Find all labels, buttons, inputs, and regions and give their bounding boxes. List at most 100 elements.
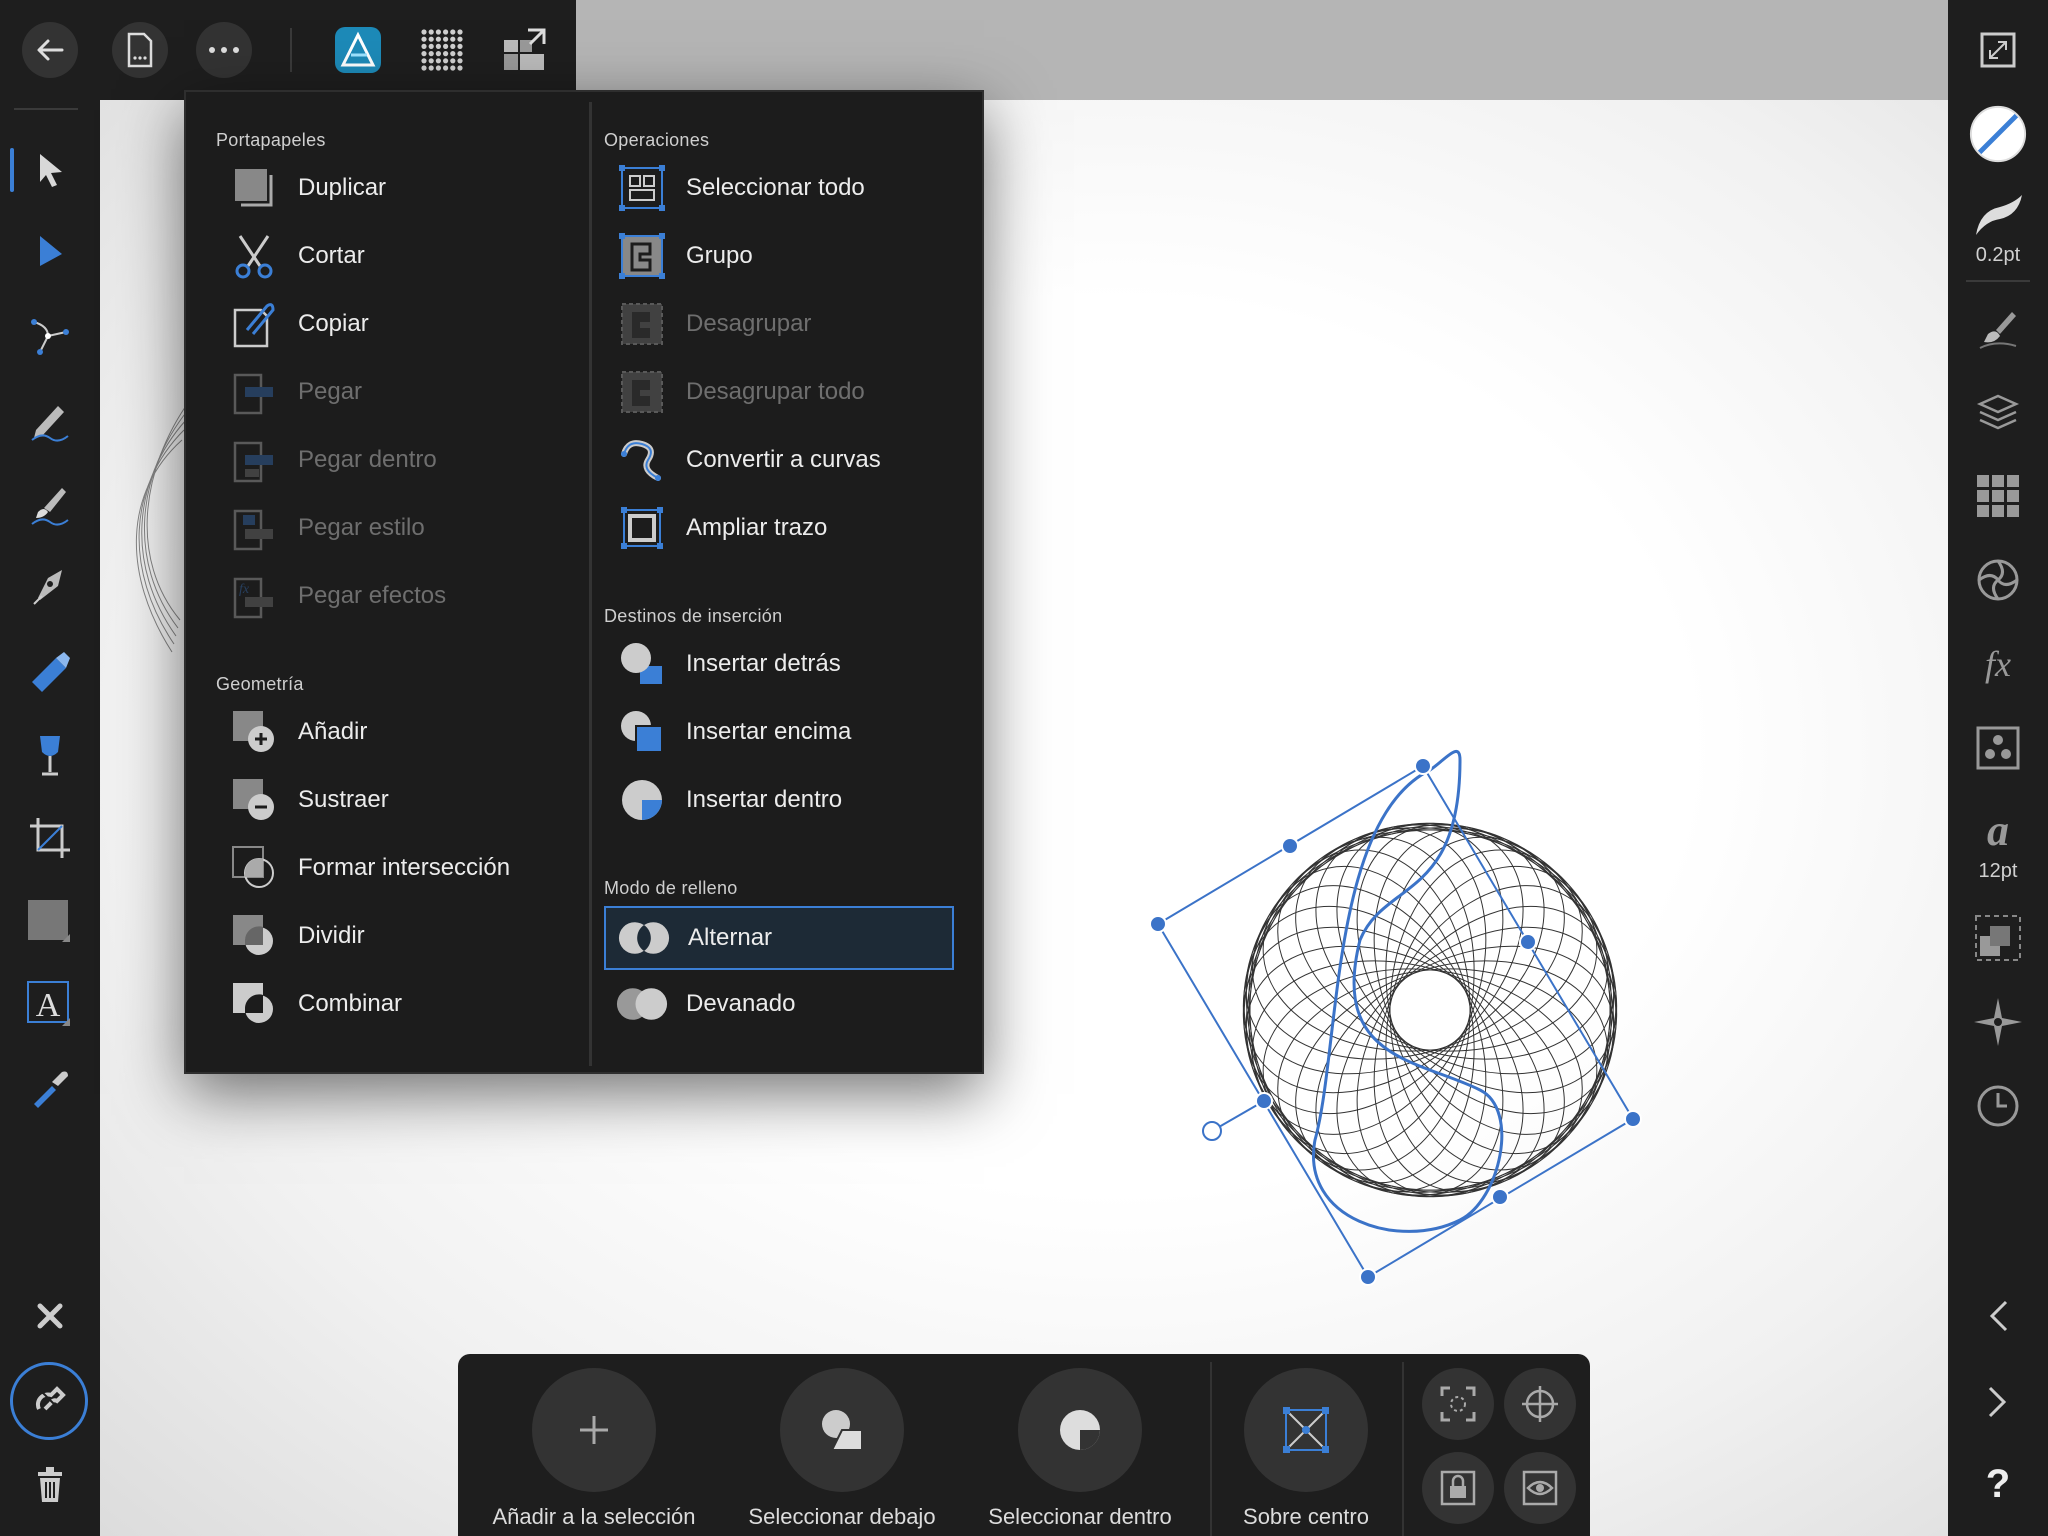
paste-inside-icon: [228, 434, 280, 486]
menu-item-label: Duplicar: [298, 174, 387, 201]
menu-item-label: Pegar: [298, 378, 363, 405]
adjustments-icon[interactable]: [1968, 550, 2028, 610]
menu-item-label: Desagrupar todo: [686, 378, 865, 405]
menu-item-alternate[interactable]: Alternar: [604, 906, 954, 970]
assets-icon[interactable]: [1968, 718, 2028, 778]
menu-item-select-all[interactable]: Seleccionar todo: [604, 158, 954, 218]
point-transform-tool-icon[interactable]: [20, 306, 80, 366]
spiral-object: [1242, 822, 1618, 1198]
menu-item-winding[interactable]: Devanado: [604, 974, 954, 1034]
menu-item-label: Copiar: [298, 310, 369, 337]
back-arrow-icon[interactable]: [22, 22, 78, 78]
menu-item-label: Devanado: [686, 990, 796, 1017]
color-picker-tool-icon[interactable]: [20, 1058, 80, 1118]
menu-item-insert-behind[interactable]: Insertar detrás: [604, 634, 954, 694]
fx-icon[interactable]: fx: [1968, 634, 2028, 694]
menu-item-paste-inside[interactable]: Pegar dentro: [216, 430, 556, 490]
text-styles-icon[interactable]: a: [1968, 800, 2028, 860]
stroke-icon[interactable]: [1968, 186, 2028, 246]
geometry-section-title: Geometría: [216, 674, 304, 694]
plus-icon: [580, 1416, 608, 1444]
brushes-icon[interactable]: [1968, 298, 2028, 358]
lock-button[interactable]: [1422, 1452, 1494, 1524]
crop-tool-icon[interactable]: [20, 808, 80, 868]
document-icon[interactable]: [112, 22, 168, 78]
fill-tool-icon[interactable]: [20, 640, 80, 700]
menu-item-subtract[interactable]: Sustraer: [216, 770, 556, 830]
pencil-tool-icon[interactable]: [20, 390, 80, 450]
fullscreen-icon[interactable]: [1968, 20, 2028, 80]
select-behind-icon: [822, 1410, 863, 1451]
select-inside-button[interactable]: [1018, 1368, 1142, 1492]
close-icon[interactable]: [20, 1286, 80, 1346]
select-inside-label: Seleccionar dentro: [988, 1504, 1172, 1529]
menu-item-cut[interactable]: Cortar: [216, 226, 556, 286]
paste-effects-icon: fx: [228, 570, 280, 622]
menu-item-expand-stroke[interactable]: Ampliar trazo: [604, 498, 954, 558]
menu-item-copy[interactable]: Copiar: [216, 294, 556, 354]
copy-icon: [228, 298, 280, 350]
previous-icon[interactable]: [1968, 1286, 2028, 1346]
trash-icon[interactable]: [20, 1454, 80, 1514]
pen-tool-icon[interactable]: [20, 556, 80, 616]
next-icon[interactable]: [1968, 1372, 2028, 1432]
pixel-persona-icon[interactable]: [414, 22, 470, 78]
group-icon: [616, 230, 668, 282]
history-icon[interactable]: [1968, 1076, 2028, 1136]
menu-item-intersect[interactable]: Formar intersección: [216, 838, 556, 898]
transform-icon[interactable]: [1968, 908, 2028, 968]
menu-item-ungroup[interactable]: Desagrupar: [604, 294, 954, 354]
designer-persona-icon[interactable]: [330, 22, 386, 78]
menu-item-paste[interactable]: Pegar: [216, 362, 556, 422]
select-all-icon: [616, 162, 668, 214]
menu-item-label: Ampliar trazo: [686, 514, 828, 541]
target-button[interactable]: [1504, 1368, 1576, 1440]
menu-item-label: Seleccionar todo: [686, 174, 865, 201]
subtract-geometry-icon: [228, 774, 280, 826]
rectangle-tool-icon[interactable]: [20, 890, 80, 950]
lock-icon: [1440, 1470, 1476, 1506]
menu-item-convert-to-curves[interactable]: Convertir a curvas: [604, 430, 954, 490]
about-center-button[interactable]: [1244, 1368, 1368, 1492]
selection-box-toggle-button[interactable]: [1422, 1368, 1494, 1440]
layers-icon[interactable]: [1968, 382, 2028, 442]
rotation-handle: [1202, 1121, 1222, 1141]
help-icon[interactable]: ?: [1968, 1454, 2028, 1514]
menu-item-group[interactable]: Grupo: [604, 226, 954, 286]
menu-item-combine[interactable]: Combinar: [216, 974, 556, 1034]
menu-item-duplicate[interactable]: Duplicar: [216, 158, 556, 218]
menu-item-paste-effects[interactable]: fx Pegar efectos: [216, 566, 556, 626]
menu-item-label: Combinar: [298, 990, 403, 1017]
snapping-magnet-icon[interactable]: [10, 1362, 88, 1440]
toolbar-separator: [14, 108, 78, 110]
export-persona-icon[interactable]: [496, 22, 552, 78]
toolbar-separator: [290, 28, 292, 72]
menu-item-divide[interactable]: Dividir: [216, 906, 556, 966]
navigator-icon[interactable]: [1968, 992, 2028, 1052]
context-separator: [1210, 1362, 1212, 1536]
fill-mode-section-title: Modo de relleno: [604, 878, 738, 898]
transparency-tool-icon[interactable]: [20, 724, 80, 784]
node-tool-icon[interactable]: [20, 222, 80, 282]
color-swatch-icon[interactable]: [1968, 104, 2028, 164]
swatches-grid-icon[interactable]: [1968, 466, 2028, 526]
menu-item-insert-above[interactable]: Insertar encima: [604, 702, 954, 762]
menu-item-add[interactable]: Añadir: [216, 702, 556, 762]
left-toolbar: A: [0, 100, 100, 1536]
popup-divider: [589, 102, 592, 1066]
selection-bounding-box: [1156, 764, 1635, 1279]
visibility-button[interactable]: [1504, 1452, 1576, 1524]
menu-item-insert-inside[interactable]: Insertar dentro: [604, 770, 954, 830]
menu-item-label: Convertir a curvas: [686, 446, 881, 473]
ungroup-icon: [616, 298, 668, 350]
add-to-selection-button[interactable]: [532, 1368, 656, 1492]
move-tool-icon[interactable]: [10, 140, 80, 200]
menu-item-paste-style[interactable]: Pegar estilo: [216, 498, 556, 558]
scissors-icon: [228, 230, 280, 282]
menu-item-label: Sustraer: [298, 786, 389, 813]
text-tool-icon[interactable]: A: [20, 974, 80, 1034]
more-icon[interactable]: [196, 22, 252, 78]
menu-item-ungroup-all[interactable]: Desagrupar todo: [604, 362, 954, 422]
select-behind-button[interactable]: [780, 1368, 904, 1492]
vector-brush-tool-icon[interactable]: [20, 474, 80, 534]
